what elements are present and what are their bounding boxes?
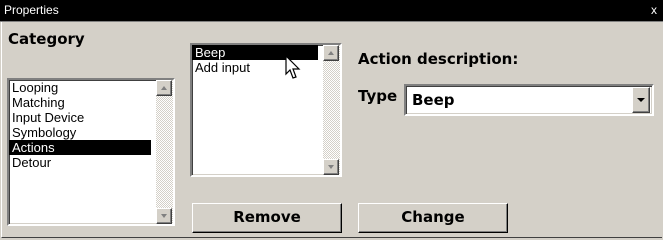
title-bar[interactable] bbox=[0, 0, 663, 22]
action-description-heading: Action description: bbox=[358, 50, 519, 68]
category-listbox[interactable]: Looping Matching Input Device Symbology … bbox=[7, 78, 175, 226]
dropdown-arrow-icon[interactable] bbox=[632, 87, 650, 113]
scroll-up-arrow-icon[interactable] bbox=[323, 45, 339, 61]
change-button[interactable]: Change bbox=[358, 203, 508, 233]
type-select[interactable]: Beep bbox=[404, 84, 654, 116]
scroll-down-arrow-icon[interactable] bbox=[156, 208, 172, 224]
category-heading: Category bbox=[8, 30, 85, 48]
actions-scrollbar[interactable] bbox=[323, 45, 340, 175]
category-item-input-device[interactable]: Input Device bbox=[9, 110, 151, 125]
category-item-actions[interactable]: Actions bbox=[9, 140, 151, 155]
category-item-detour[interactable]: Detour bbox=[9, 155, 151, 170]
type-label: Type bbox=[358, 87, 398, 105]
window-title: Properties bbox=[4, 3, 59, 17]
type-select-value: Beep bbox=[412, 91, 455, 109]
category-item-symbology[interactable]: Symbology bbox=[9, 125, 151, 140]
arrow-cursor-icon bbox=[285, 55, 301, 79]
close-icon[interactable]: x bbox=[651, 3, 663, 17]
scroll-down-arrow-icon[interactable] bbox=[323, 159, 339, 175]
category-scrollbar[interactable] bbox=[156, 80, 173, 224]
remove-button[interactable]: Remove bbox=[192, 203, 342, 233]
category-item-looping[interactable]: Looping bbox=[9, 80, 151, 95]
scroll-up-arrow-icon[interactable] bbox=[156, 80, 172, 96]
actions-listbox[interactable]: Beep Add input bbox=[190, 43, 342, 177]
category-item-matching[interactable]: Matching bbox=[9, 95, 151, 110]
